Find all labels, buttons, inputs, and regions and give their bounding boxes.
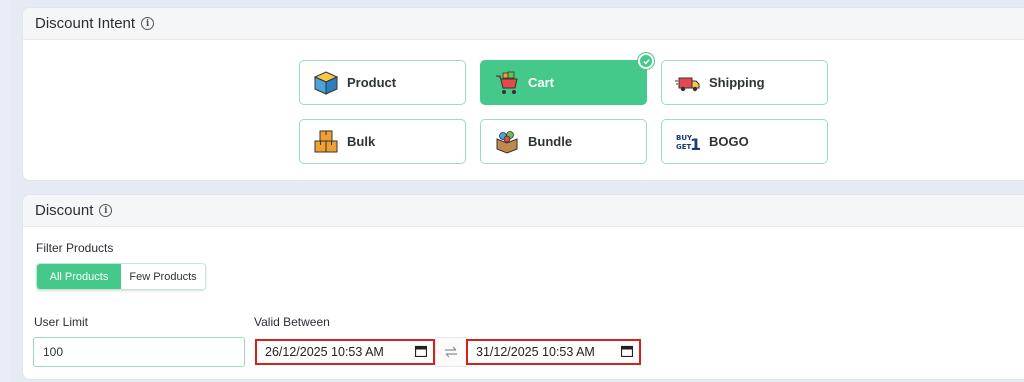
- user-limit-label: User Limit: [34, 315, 89, 329]
- valid-between-label: Valid Between: [254, 315, 330, 329]
- end-date-value: 31/12/2025 10:53 AM: [476, 345, 595, 359]
- filter-products-label: Filter Products: [36, 241, 114, 255]
- discount-intent-panel: Discount Intent i Product Cart Shipping …: [22, 7, 1024, 181]
- discount-intent-header: Discount Intent i: [23, 8, 1024, 40]
- intent-option-bulk[interactable]: Bulk: [299, 119, 466, 164]
- calendar-icon[interactable]: [414, 345, 428, 360]
- info-icon[interactable]: i: [141, 17, 155, 30]
- start-date-value: 26/12/2025 10:53 AM: [265, 345, 384, 359]
- bundle-box-icon: [494, 129, 520, 155]
- buy-get-1-icon: BUY GET 1: [675, 129, 701, 155]
- discount-intent-title: Discount Intent: [35, 15, 136, 32]
- start-date-input[interactable]: 26/12/2025 10:53 AM: [255, 339, 435, 365]
- intent-option-label: Cart: [528, 75, 555, 90]
- end-date-input[interactable]: 31/12/2025 10:53 AM: [466, 339, 641, 365]
- few-products-button[interactable]: Few Products: [121, 264, 205, 289]
- filter-products-toggle: All Products Few Products: [36, 263, 206, 290]
- info-icon[interactable]: i: [99, 204, 113, 217]
- left-edge-strip: [0, 0, 10, 382]
- intent-option-label: Product: [347, 75, 397, 90]
- calendar-icon[interactable]: [620, 345, 634, 360]
- intent-option-label: BOGO: [709, 134, 749, 149]
- intent-option-bundle[interactable]: Bundle: [480, 119, 647, 164]
- intent-option-shipping[interactable]: Shipping: [661, 60, 828, 105]
- all-products-button[interactable]: All Products: [37, 264, 121, 289]
- truck-icon: [675, 70, 701, 96]
- swap-dates-icon[interactable]: [435, 337, 467, 367]
- intent-option-label: Bulk: [347, 134, 376, 149]
- user-limit-value: 100: [43, 345, 64, 359]
- user-limit-input[interactable]: 100: [33, 337, 245, 367]
- cart-icon: [494, 70, 520, 96]
- intent-option-label: Shipping: [709, 75, 765, 90]
- intent-option-bogo[interactable]: BUY GET 1 BOGO: [661, 119, 828, 164]
- svg-text:1: 1: [690, 135, 701, 154]
- box-icon: [313, 70, 339, 96]
- discount-panel: Discount i Filter Products All Products …: [22, 194, 1024, 380]
- intent-option-product[interactable]: Product: [299, 60, 466, 105]
- discount-title: Discount: [35, 202, 94, 219]
- intent-option-label: Bundle: [528, 134, 573, 149]
- boxes-icon: [313, 129, 339, 155]
- intent-option-cart[interactable]: Cart: [480, 53, 654, 105]
- discount-header: Discount i: [23, 195, 1024, 227]
- selected-check-icon: [638, 53, 654, 69]
